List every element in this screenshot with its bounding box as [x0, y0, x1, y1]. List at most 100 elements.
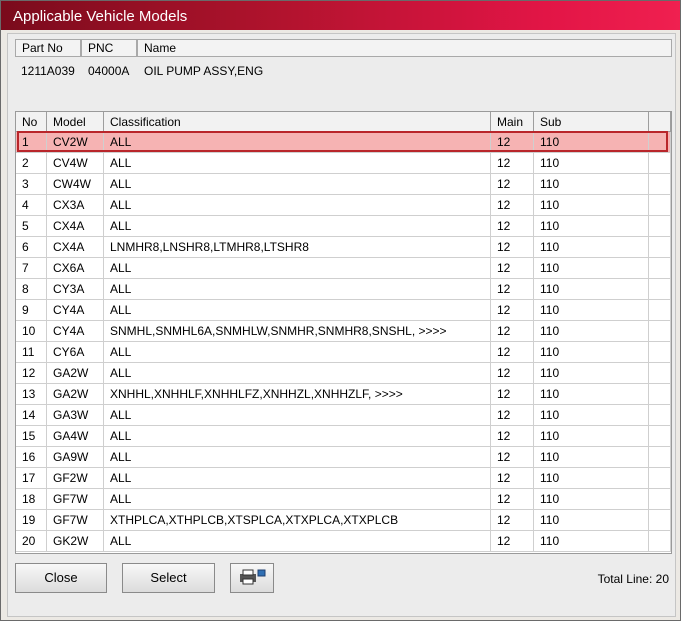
cell-main: 12 [491, 363, 534, 384]
cell-model: GA2W [47, 363, 104, 384]
cell-model: GA2W [47, 384, 104, 405]
cell-classification: ALL [104, 216, 491, 237]
cell-model: GA3W [47, 405, 104, 426]
table-row[interactable]: 19 GF7W XTHPLCA,XTHPLCB,XTSPLCA,XTXPLCA,XT… [16, 510, 671, 531]
cell-main: 12 [491, 153, 534, 174]
table-row-selected[interactable]: 1 CV2W ALL 12 110 [16, 131, 671, 153]
cell-classification: ALL [104, 342, 491, 363]
cell-main: 12 [491, 426, 534, 447]
cell-model: CX4A [47, 237, 104, 258]
cell-classification: ALL [104, 468, 491, 489]
table-row[interactable]: 5 CX4A ALL 12 110 [16, 216, 671, 237]
cell-sub: 110 [534, 300, 649, 321]
cell-model: CY4A [47, 300, 104, 321]
cell-classification: ALL [104, 489, 491, 510]
cell-main: 12 [491, 279, 534, 300]
cell-no: 18 [16, 489, 47, 510]
table-row[interactable]: 10 CY4A SNMHL,SNMHL6A,SNMHLW,SNMHR,SNMHR8,… [16, 321, 671, 342]
cell-sub: 110 [534, 174, 649, 195]
cell-main: 12 [491, 405, 534, 426]
title-bar[interactable]: Applicable Vehicle Models [1, 1, 680, 30]
col-header-sub[interactable]: Sub [534, 112, 649, 132]
col-header-main[interactable]: Main [491, 112, 534, 132]
total-line-label: Total Line: 20 [597, 572, 669, 586]
vehicle-models-grid[interactable]: No Model Classification Main Sub 1 CV2W AL… [15, 111, 672, 554]
cell-no: 12 [16, 363, 47, 384]
cell-main: 12 [491, 321, 534, 342]
cell-sub: 110 [534, 321, 649, 342]
close-button[interactable]: Close [15, 563, 107, 593]
cell-classification: ALL [104, 132, 491, 153]
printer-icon [240, 569, 266, 585]
part-no-header: Part No [15, 39, 81, 57]
cell-sub: 110 [534, 447, 649, 468]
col-header-filler [649, 112, 671, 132]
cell-sub: 110 [534, 363, 649, 384]
table-row[interactable]: 4 CX3A ALL 12 110 [16, 195, 671, 216]
cell-main: 12 [491, 489, 534, 510]
select-button[interactable]: Select [122, 563, 215, 593]
cell-sub: 110 [534, 405, 649, 426]
cell-main: 12 [491, 510, 534, 531]
part-info-panel: Part No PNC Name 1211A039 04000A OIL PUM… [15, 39, 672, 104]
col-header-classification[interactable]: Classification [104, 112, 491, 132]
cell-filler [649, 132, 671, 153]
part-no-value: 1211A039 [21, 64, 75, 78]
table-row[interactable]: 9 CY4A ALL 12 110 [16, 300, 671, 321]
cell-model: CX6A [47, 258, 104, 279]
cell-main: 12 [491, 300, 534, 321]
window-title: Applicable Vehicle Models [13, 8, 188, 25]
cell-filler [649, 405, 671, 426]
cell-model: CX4A [47, 216, 104, 237]
table-row[interactable]: 14 GA3W ALL 12 110 [16, 405, 671, 426]
table-row[interactable]: 3 CW4W ALL 12 110 [16, 174, 671, 195]
cell-no: 16 [16, 447, 47, 468]
table-row[interactable]: 16 GA9W ALL 12 110 [16, 447, 671, 468]
cell-filler [649, 510, 671, 531]
cell-sub: 110 [534, 216, 649, 237]
cell-no: 14 [16, 405, 47, 426]
cell-model: GF2W [47, 468, 104, 489]
table-row[interactable]: 17 GF2W ALL 12 110 [16, 468, 671, 489]
cell-classification: ALL [104, 426, 491, 447]
table-row[interactable]: 12 GA2W ALL 12 110 [16, 363, 671, 384]
cell-no: 10 [16, 321, 47, 342]
cell-filler [649, 489, 671, 510]
cell-model: GF7W [47, 489, 104, 510]
cell-filler [649, 195, 671, 216]
cell-no: 20 [16, 531, 47, 552]
cell-model: GA9W [47, 447, 104, 468]
pnc-header: PNC [81, 39, 137, 57]
table-row[interactable]: 6 CX4A LNMHR8,LNSHR8,LTMHR8,LTSHR8 12 110 [16, 237, 671, 258]
cell-filler [649, 468, 671, 489]
table-row[interactable]: 20 GK2W ALL 12 110 [16, 531, 671, 552]
table-row[interactable]: 11 CY6A ALL 12 110 [16, 342, 671, 363]
cell-classification: XNHHL,XNHHLF,XNHHLFZ,XNHHZL,XNHHZLF, >>>… [104, 384, 491, 405]
cell-classification: ALL [104, 447, 491, 468]
cell-no: 1 [16, 132, 47, 153]
table-row[interactable]: 2 CV4W ALL 12 110 [16, 153, 671, 174]
cell-filler [649, 426, 671, 447]
cell-no: 3 [16, 174, 47, 195]
cell-classification: ALL [104, 258, 491, 279]
cell-classification: ALL [104, 363, 491, 384]
cell-model: CY4A [47, 321, 104, 342]
cell-classification: LNMHR8,LNSHR8,LTMHR8,LTSHR8 [104, 237, 491, 258]
cell-filler [649, 447, 671, 468]
table-row[interactable]: 15 GA4W ALL 12 110 [16, 426, 671, 447]
col-header-no[interactable]: No [16, 112, 47, 132]
cell-classification: ALL [104, 174, 491, 195]
table-row[interactable]: 18 GF7W ALL 12 110 [16, 489, 671, 510]
cell-filler [649, 363, 671, 384]
cell-model: CV4W [47, 153, 104, 174]
cell-classification: ALL [104, 531, 491, 552]
print-button[interactable] [230, 563, 274, 593]
table-row[interactable]: 7 CX6A ALL 12 110 [16, 258, 671, 279]
cell-no: 8 [16, 279, 47, 300]
table-row[interactable]: 13 GA2W XNHHL,XNHHLF,XNHHLFZ,XNHHZL,XNHHZL… [16, 384, 671, 405]
cell-no: 11 [16, 342, 47, 363]
table-row[interactable]: 8 CY3A ALL 12 110 [16, 279, 671, 300]
cell-sub: 110 [534, 531, 649, 552]
col-header-model[interactable]: Model [47, 112, 104, 132]
cell-filler [649, 342, 671, 363]
